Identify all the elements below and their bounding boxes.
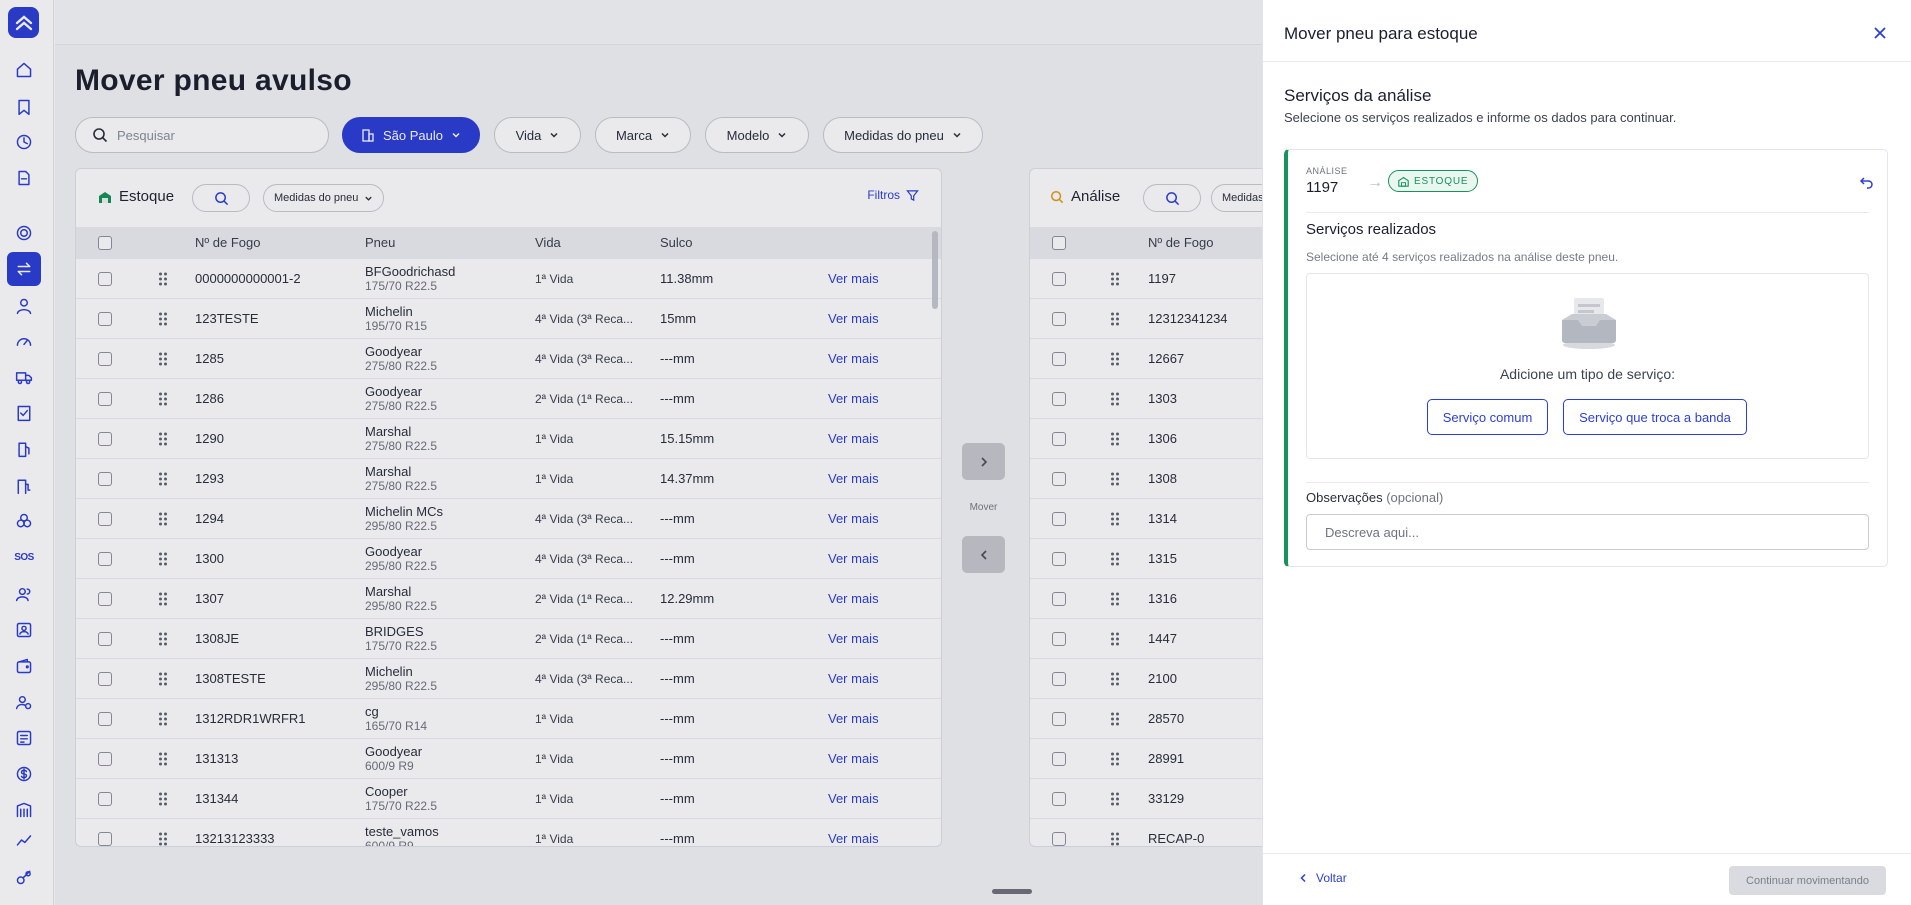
warehouse-icon bbox=[1398, 176, 1409, 187]
drawer-footer: Voltar Continuar movimentando bbox=[1263, 853, 1911, 905]
back-button[interactable]: Voltar bbox=[1299, 871, 1347, 885]
observations-label-text: Observações bbox=[1306, 490, 1383, 505]
optional-label: (opcional) bbox=[1386, 490, 1444, 505]
analysis-card: ANÁLISE 1197 → ESTOQUE Serviços realizad… bbox=[1284, 149, 1888, 567]
divider bbox=[1306, 212, 1869, 213]
arrow-right-icon: → bbox=[1367, 174, 1383, 191]
drawer-header: Mover pneu para estoque bbox=[1263, 0, 1911, 62]
continue-button[interactable]: Continuar movimentando bbox=[1729, 866, 1886, 895]
empty-text: Adicione um tipo de serviço: bbox=[1499, 366, 1676, 382]
chevron-left-icon bbox=[1300, 873, 1306, 883]
common-service-button[interactable]: Serviço comum bbox=[1427, 399, 1548, 435]
observations-label: Observações (opcional) bbox=[1306, 490, 1443, 505]
section-title: Serviços da análise bbox=[1284, 86, 1432, 105]
inbox-illustration bbox=[1558, 294, 1620, 355]
analise-value: 1197 bbox=[1306, 179, 1339, 196]
move-drawer: Mover pneu para estoque Serviços da anál… bbox=[1262, 0, 1911, 905]
analise-label: ANÁLISE bbox=[1306, 166, 1348, 176]
section-subtitle: Selecione os serviços realizados e infor… bbox=[1284, 110, 1677, 125]
services-empty-box: Adicione um tipo de serviço: Serviço com… bbox=[1306, 273, 1869, 459]
divider bbox=[1306, 482, 1869, 483]
services-subtitle: Selecione até 4 serviços realizados na a… bbox=[1306, 250, 1619, 264]
services-title: Serviços realizados bbox=[1306, 221, 1437, 238]
back-label: Voltar bbox=[1316, 871, 1347, 885]
close-icon bbox=[1874, 27, 1886, 39]
observations-input[interactable]: Descreva aqui... bbox=[1306, 514, 1869, 550]
modal-backdrop[interactable] bbox=[0, 0, 1262, 905]
destination-badge: ESTOQUE bbox=[1388, 170, 1479, 192]
drawer-title: Mover pneu para estoque bbox=[1284, 24, 1478, 43]
close-button[interactable] bbox=[1869, 22, 1891, 44]
undo-icon[interactable] bbox=[1859, 174, 1875, 190]
tread-service-button[interactable]: Serviço que troca a banda bbox=[1563, 399, 1747, 435]
badge-label: ESTOQUE bbox=[1414, 175, 1469, 187]
